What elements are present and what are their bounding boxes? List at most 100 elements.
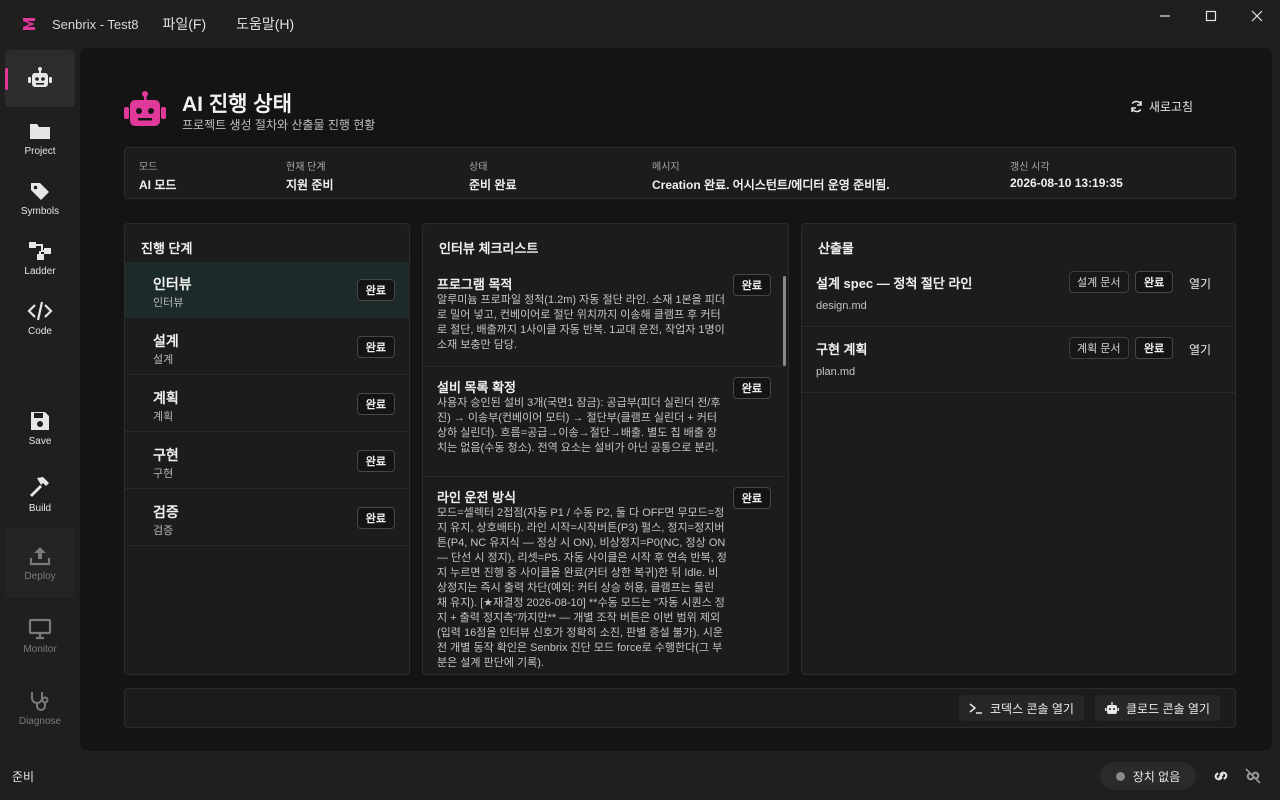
artifacts-title: 산출물	[818, 241, 854, 256]
checklist-item[interactable]: 라인 운전 방식 모드=셀렉터 2접점(자동 P1 / 수동 P2, 둘 다 OF…	[423, 477, 785, 674]
sidebar-item-code[interactable]: Code	[5, 290, 75, 346]
bottom-status-bar: 준비 장치 없음	[0, 752, 1280, 800]
stage-item-design[interactable]: 설계 설계 완료	[125, 319, 409, 375]
code-icon	[27, 301, 53, 320]
status-badge: 완료	[356, 450, 395, 472]
artifact-type-tag: 설계 문서	[1069, 271, 1129, 293]
status-key: 모드	[139, 162, 158, 173]
refresh-button[interactable]: 새로고침	[1130, 98, 1193, 115]
sidebar-item-ladder[interactable]: Ladder	[5, 230, 75, 286]
sidebar-item-build[interactable]: Build	[5, 464, 75, 524]
stage-item-implement[interactable]: 구현 구현 완료	[125, 433, 409, 489]
status-key: 메시지	[652, 162, 680, 173]
close-icon	[1251, 10, 1263, 22]
stethoscope-icon	[31, 691, 49, 711]
checklist-panel: 인터뷰 체크리스트 프로그램 목적 알루미늄 프로파일 정척(1.2m) 자동 절…	[422, 223, 789, 675]
status-state: 상태 준비 완료	[469, 158, 517, 193]
status-value: 준비 완료	[469, 178, 517, 192]
stage-item-plan[interactable]: 계획 계획 완료	[125, 376, 409, 432]
ready-status: 준비	[12, 770, 35, 784]
status-badge: 완료	[356, 336, 395, 358]
codex-console-button[interactable]: 코덱스 콘솔 열기	[959, 695, 1084, 721]
stage-sub: 인터뷰	[153, 297, 184, 309]
checklist-item[interactable]: 프로그램 목적알루미늄 프로파일 정척(1.2m) 자동 절단 라인. 소재 1…	[423, 264, 785, 367]
window-title: Senbrix - Test8	[52, 16, 139, 32]
sidebar-item-ai[interactable]	[5, 50, 75, 107]
sidebar-item-deploy[interactable]: Deploy	[5, 528, 75, 598]
device-status-dot	[1115, 771, 1125, 781]
menu-file[interactable]: 파일(F)	[162, 14, 206, 34]
stage-name: 구현	[153, 447, 179, 463]
stage-name: 검증	[153, 504, 179, 520]
checklist-item-title: 프로그램 목적	[437, 277, 513, 292]
artifact-item-design: 설계 spec — 정척 절단 라인 설계 문서 완료 열기 design.md	[802, 261, 1235, 327]
checklist-scrollbar[interactable]	[783, 276, 786, 366]
sidebar-label-project: Project	[24, 145, 56, 157]
device-status-pill[interactable]: 장치 없음	[1100, 762, 1196, 790]
checklist-item-desc: 알루미늄 프로파일 정척(1.2m) 자동 절단 라인. 소재 1본을 피더로 …	[437, 294, 726, 351]
robot-icon	[1105, 701, 1119, 714]
page-title: AI 진행 상태	[182, 93, 292, 116]
status-badge: 완료	[356, 507, 395, 529]
artifact-title: 설계 spec — 정척 절단 라인	[816, 276, 973, 291]
sidebar-label-save: Save	[28, 435, 52, 447]
sidebar-item-monitor[interactable]: Monitor	[5, 604, 75, 668]
link-icon[interactable]	[1211, 767, 1231, 785]
claude-console-label: 클로드 콘솔 열기	[1126, 701, 1210, 716]
status-value: Creation 완료. 어시스턴트/에디터 운영 준비됨.	[652, 178, 890, 192]
sidebar-label-symbols: Symbols	[20, 205, 60, 217]
close-button[interactable]	[1234, 0, 1280, 32]
stage-name: 계획	[153, 390, 179, 406]
status-summary: 모드 AI 모드 현재 단계 지원 준비 상태 준비 완료 메시지 Creation 완…	[124, 147, 1236, 199]
stage-sub: 검증	[153, 525, 174, 537]
hammer-icon	[30, 476, 49, 497]
sidebar-item-diagnose[interactable]: Diagnose	[5, 676, 75, 740]
status-badge: 완료	[1135, 337, 1174, 359]
checklist-item[interactable]: 설비 목록 확정사용자 승인된 설비 3개(국면1 잠금): 공급부(피더 실린…	[423, 367, 785, 477]
robot-icon	[28, 66, 52, 87]
status-badge: 완료	[732, 377, 771, 399]
status-badge: 완료	[356, 279, 395, 301]
menu-help[interactable]: 도움말(H)	[236, 14, 294, 34]
maximize-icon	[1205, 10, 1217, 22]
sidebar-item-project[interactable]: Project	[5, 110, 75, 166]
status-value: 2026-08-10 13:19:35	[1010, 176, 1123, 190]
unlink-icon[interactable]	[1243, 767, 1263, 785]
stages-title: 진행 단계	[141, 241, 193, 256]
stage-sub: 계획	[153, 411, 174, 423]
robot-icon	[124, 91, 166, 126]
title-bar: Senbrix - Test8 파일(F) 도움말(H)	[0, 0, 1280, 48]
status-message: 메시지 Creation 완료. 어시스턴트/에디터 운영 준비됨.	[652, 158, 890, 193]
refresh-icon	[1131, 100, 1142, 113]
sidebar: Project Symbols Ladder Code Save Build D…	[0, 48, 80, 752]
status-value: AI 모드	[139, 178, 177, 192]
stage-item-interview[interactable]: 인터뷰 인터뷰 완료	[125, 262, 409, 318]
open-artifact-button[interactable]: 열기	[1189, 275, 1211, 292]
open-artifact-button[interactable]: 열기	[1189, 341, 1211, 358]
refresh-label: 새로고침	[1148, 100, 1193, 114]
minimize-button[interactable]	[1142, 0, 1188, 32]
tag-icon	[31, 182, 49, 200]
maximize-button[interactable]	[1188, 0, 1234, 32]
sidebar-label-ladder: Ladder	[24, 265, 56, 277]
status-mode: 모드 AI 모드	[139, 158, 176, 193]
monitor-icon	[28, 618, 52, 639]
artifact-item-plan: 구현 계획 계획 문서 완료 열기 plan.md	[802, 327, 1235, 393]
folder-icon	[30, 123, 50, 139]
claude-console-button[interactable]: 클로드 콘솔 열기	[1095, 695, 1220, 721]
sidebar-item-symbols[interactable]: Symbols	[5, 170, 75, 226]
checklist-item-desc: 사용자 승인된 설비 3개(국면1 잠금): 공급부(피더 실린더 전/후진) …	[437, 397, 721, 454]
codex-console-label: 코덱스 콘솔 열기	[990, 701, 1074, 716]
checklist-item-title: 설비 목록 확정	[437, 380, 516, 395]
sidebar-label-build: Build	[28, 502, 52, 514]
page-subtitle: 프로젝트 생성 절차와 산출물 진행 현황	[182, 118, 376, 132]
sidebar-item-save[interactable]: Save	[5, 400, 75, 456]
console-bar: 코덱스 콘솔 열기 클로드 콘솔 열기	[124, 688, 1236, 728]
artifact-type-tag: 계획 문서	[1069, 337, 1129, 359]
page-header: AI 진행 상태 프로젝트 생성 절차와 산출물 진행 현황 새로고침	[123, 88, 1193, 138]
artifact-title: 구현 계획	[816, 342, 868, 357]
artifact-file: design.md	[816, 300, 867, 312]
stage-item-verify[interactable]: 검증 검증 완료	[125, 490, 409, 546]
status-badge: 완료	[732, 274, 771, 296]
status-badge: 완료	[356, 393, 395, 415]
